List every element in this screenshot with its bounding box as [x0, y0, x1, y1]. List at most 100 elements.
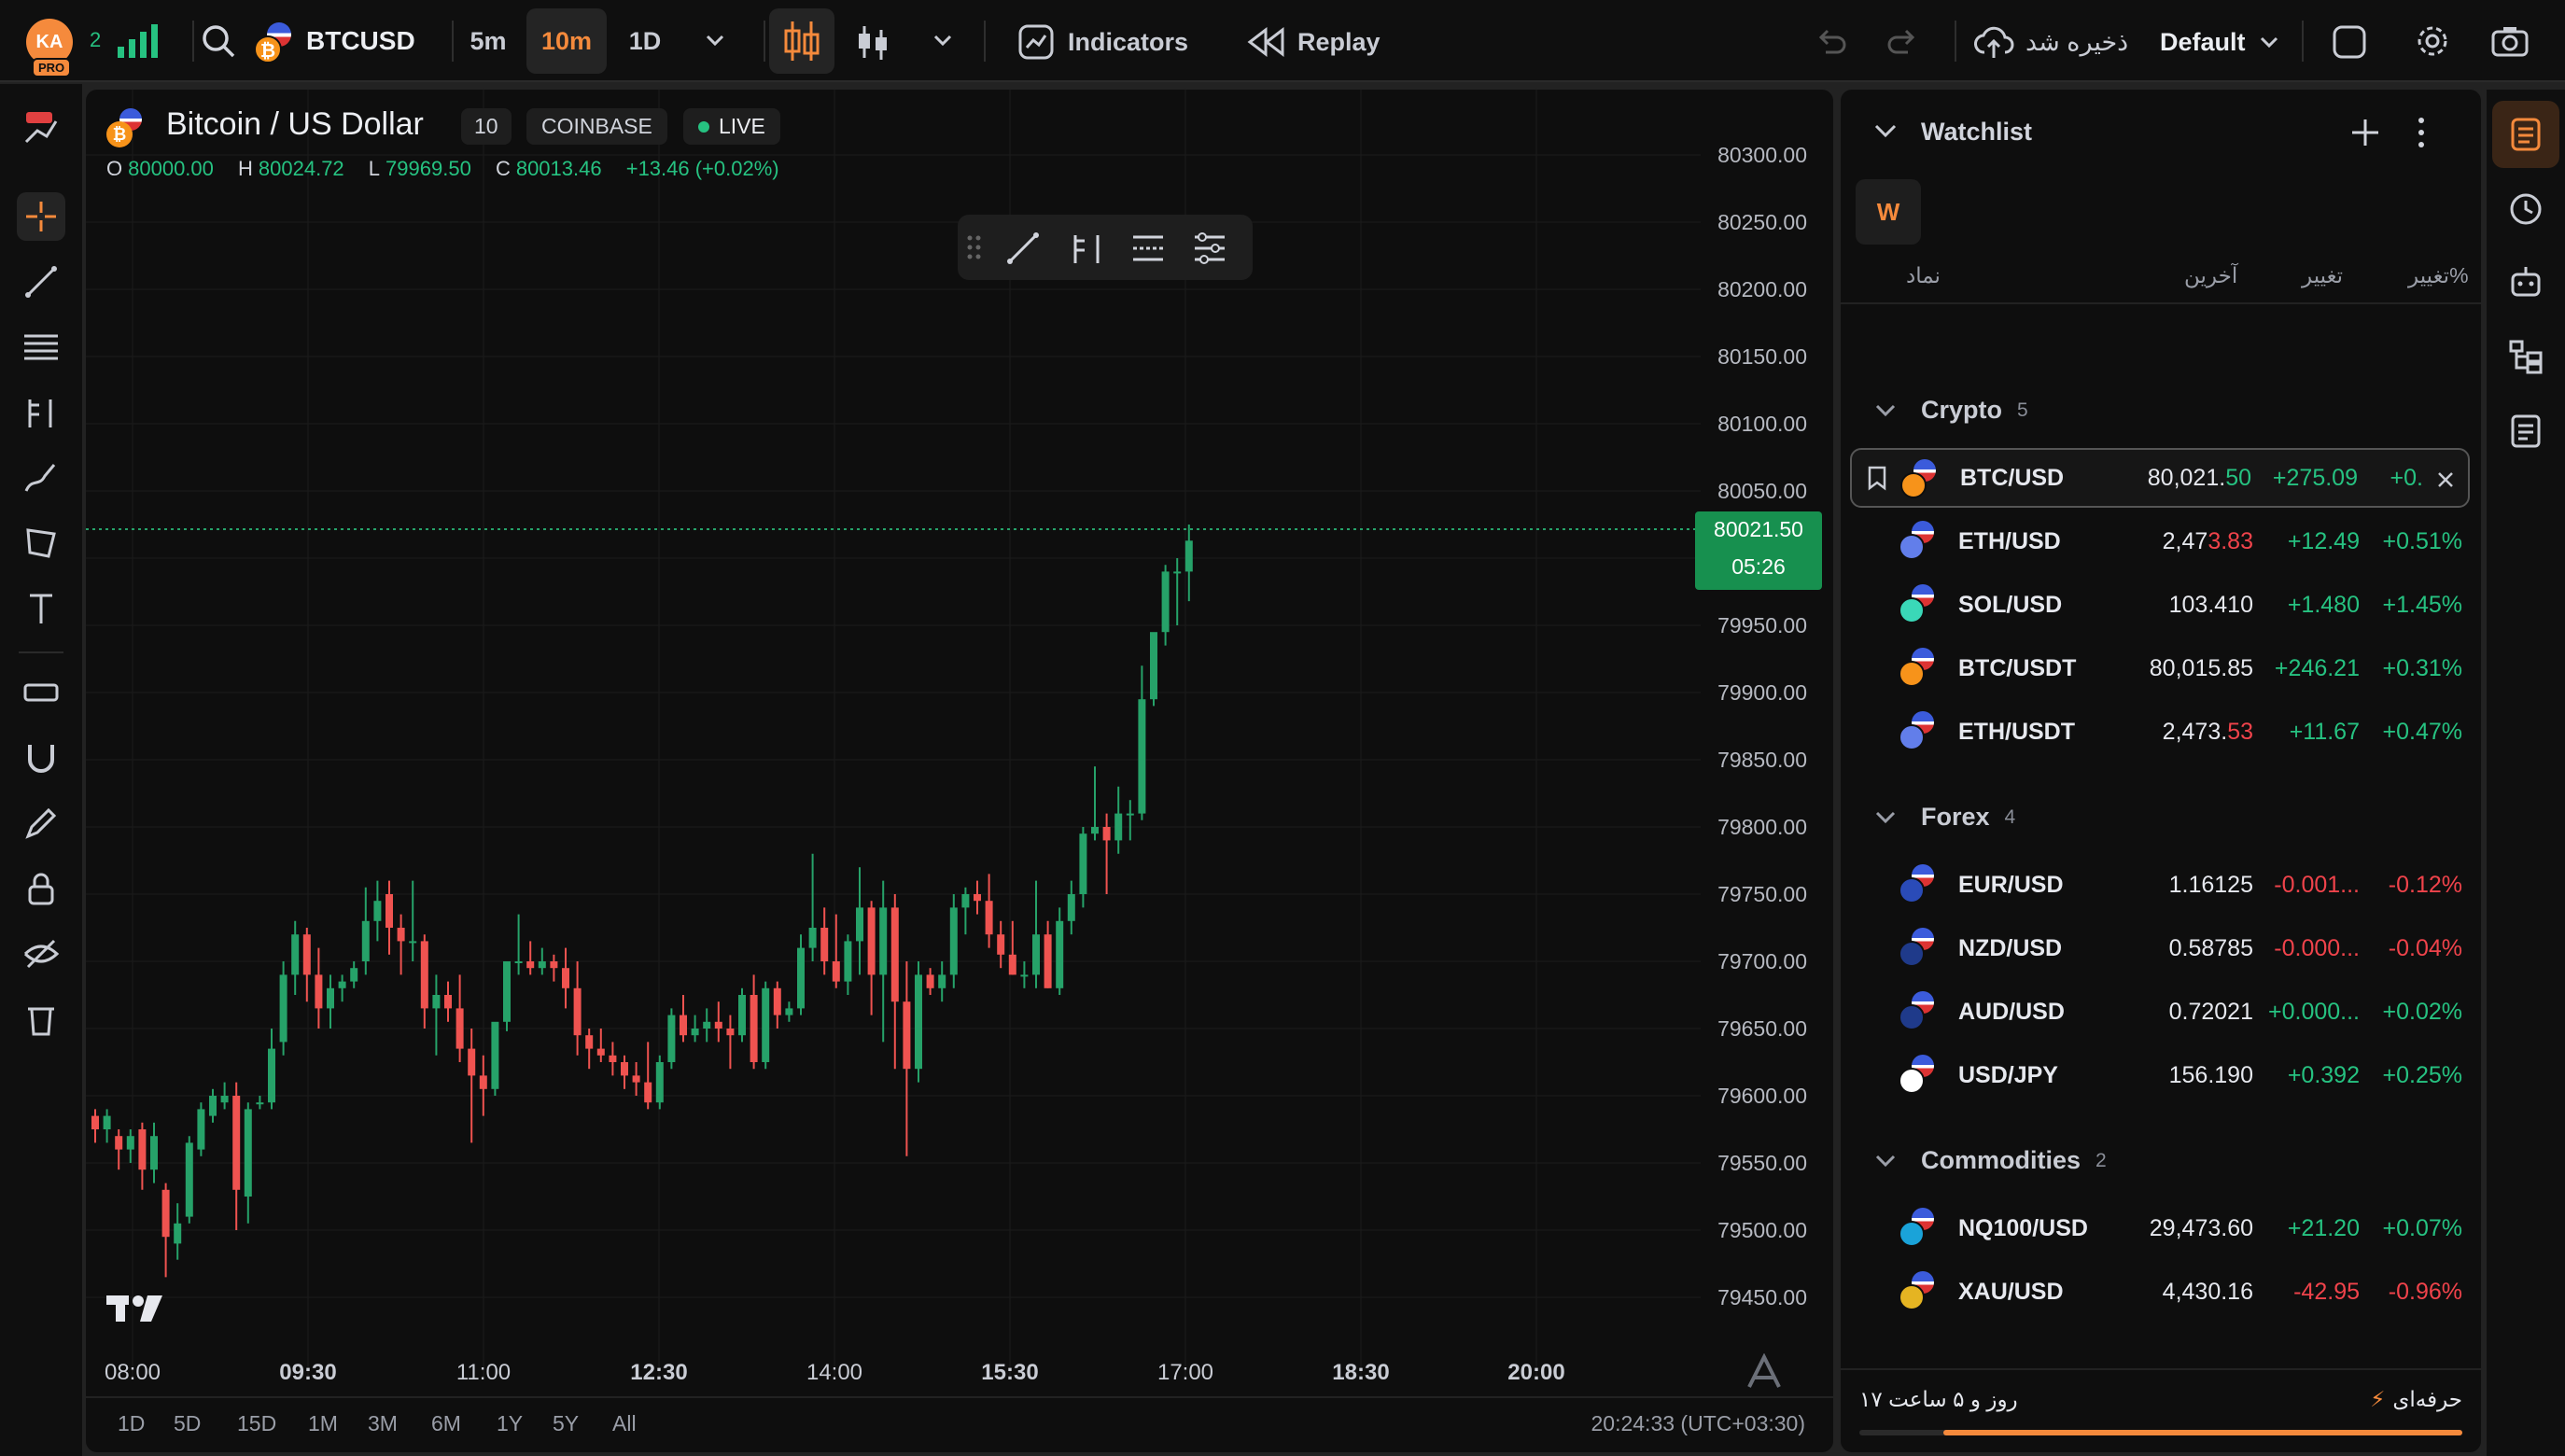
range-1y[interactable]: 1Y: [497, 1411, 523, 1436]
parallel-channel-icon[interactable]: [1129, 230, 1167, 267]
candle-body: [444, 995, 452, 1009]
shape-tool-icon[interactable]: [17, 519, 65, 567]
pencil-icon[interactable]: [17, 799, 65, 847]
eur-icon: [1897, 864, 1938, 905]
candle-body: [1020, 974, 1029, 977]
fib-retracement-icon[interactable]: [17, 323, 65, 371]
watchlist-row[interactable]: NZD/USD 0.58785 -0.000... -0.04%: [1850, 918, 2470, 978]
save-status-button[interactable]: ذخیره شد: [1973, 15, 2128, 69]
watchlist-letter-button[interactable]: W: [1856, 179, 1921, 245]
col-last-header[interactable]: آخرین: [2184, 263, 2237, 288]
chevron-down-icon[interactable]: [932, 32, 954, 50]
watchlist-title[interactable]: Watchlist: [1921, 118, 2032, 147]
col-pct-header[interactable]: تغییر%: [2408, 263, 2469, 288]
subscription-plan[interactable]: ⚡ حرفه‌ای: [2370, 1387, 2462, 1412]
symbol-name[interactable]: BTCUSD: [306, 26, 415, 56]
trash-icon[interactable]: [17, 995, 65, 1043]
magnet-icon[interactable]: [17, 734, 65, 782]
watchlist-row[interactable]: EUR/USD 1.16125 -0.001... -0.12%: [1850, 855, 2470, 915]
candle-body: [468, 1048, 476, 1076]
watchlist-row[interactable]: AUD/USD 0.72021 +0.000... +0.02%: [1850, 982, 2470, 1042]
change-percent: +0.47%: [2382, 718, 2463, 745]
auto-scale-icon[interactable]: [1745, 1353, 1783, 1391]
new-tool-icon[interactable]: [17, 105, 65, 153]
section-header-commodities[interactable]: Commodities 2: [1874, 1146, 2107, 1175]
open-label: O: [106, 157, 123, 180]
candle-body: [432, 995, 441, 1009]
candle-body: [867, 907, 876, 975]
more-options-icon[interactable]: [2414, 116, 2429, 149]
drag-handle-icon[interactable]: [965, 233, 984, 261]
watchlist-icon[interactable]: [2492, 101, 2559, 168]
chevron-down-icon[interactable]: [704, 32, 726, 50]
close-icon[interactable]: [2436, 470, 2455, 489]
replay-label: Replay: [1297, 27, 1381, 56]
gear-icon[interactable]: [2414, 22, 2451, 60]
undo-icon[interactable]: [1815, 24, 1848, 58]
last-price: 0.58785: [2169, 935, 2253, 962]
replay-button[interactable]: Replay: [1247, 15, 1381, 69]
text-tool-icon[interactable]: [17, 584, 65, 633]
watchlist-row[interactable]: ETH/USDT 2,473.53 +11.67 +0.47%: [1850, 702, 2470, 762]
brush-icon[interactable]: [17, 454, 65, 502]
watchlist-row[interactable]: SOL/USD 103.410 +1.480 +1.45%: [1850, 575, 2470, 635]
chart-panel[interactable]: 80300.00 80250.00 80200.00 80150.00 80100.00…: [86, 90, 1833, 1452]
watchlist-row[interactable]: USD/JPY 156.190 +0.392 +0.25%: [1850, 1045, 2470, 1105]
plus-icon[interactable]: [2348, 116, 2382, 149]
bookmark-icon[interactable]: [1867, 465, 1887, 491]
candles-chart-type-button[interactable]: [769, 8, 834, 74]
chevron-down-icon[interactable]: [1872, 121, 1899, 142]
change-value: -0.001...: [2274, 871, 2360, 898]
watchlist-row[interactable]: NQ100/USD 29,473.60 +21.20 +0.07%: [1850, 1198, 2470, 1258]
timeframe-1d[interactable]: 1D: [616, 8, 674, 74]
chart-clock[interactable]: 20:24:33 (UTC+03:30): [1591, 1411, 1806, 1436]
section-header-crypto[interactable]: Crypto 5: [1874, 396, 2028, 425]
range-5y[interactable]: 5Y: [553, 1411, 579, 1436]
pattern-tool-icon[interactable]: [17, 388, 65, 437]
range-5d[interactable]: 5D: [174, 1411, 201, 1436]
robot-icon[interactable]: [2492, 248, 2559, 315]
timeframe-10m[interactable]: 10m: [526, 8, 607, 74]
hierarchy-icon[interactable]: [2492, 323, 2559, 390]
y-axis-tick: 79450.00: [1717, 1285, 1807, 1309]
candle-body: [926, 974, 934, 988]
signal-icon: [118, 24, 158, 58]
watchlist-row[interactable]: XAU/USD 4,430.16 -42.95 -0.96%: [1850, 1262, 2470, 1322]
lock-icon[interactable]: [17, 864, 65, 913]
section-header-forex[interactable]: Forex 4: [1874, 803, 2015, 832]
trend-line-icon[interactable]: [1004, 230, 1042, 267]
ruler-icon[interactable]: [17, 668, 65, 717]
redo-icon[interactable]: [1885, 24, 1919, 58]
range-15d[interactable]: 15D: [237, 1411, 276, 1436]
range-3m[interactable]: 3M: [368, 1411, 398, 1436]
settings-lines-icon[interactable]: [1191, 230, 1228, 267]
range-all[interactable]: All: [612, 1411, 637, 1436]
layout-selector[interactable]: Default: [2160, 15, 2279, 69]
indicators-button[interactable]: Indicators: [1017, 15, 1188, 69]
candle-body: [797, 947, 805, 1009]
notes-icon[interactable]: [2492, 398, 2559, 465]
price-chart[interactable]: 80300.00 80250.00 80200.00 80150.00 80100.00…: [86, 90, 1833, 1452]
crosshair-icon[interactable]: [17, 192, 65, 241]
trend-line-icon[interactable]: [17, 258, 65, 306]
subscription-progress-bar: [1859, 1430, 2462, 1435]
range-1m[interactable]: 1M: [308, 1411, 338, 1436]
y-axis-tick: 80100.00: [1717, 412, 1807, 436]
clock-icon[interactable]: [2492, 175, 2559, 243]
pattern-tool-icon[interactable]: [1068, 230, 1105, 267]
fullscreen-icon[interactable]: [2332, 24, 2367, 60]
range-6m[interactable]: 6M: [431, 1411, 461, 1436]
search-icon[interactable]: [200, 22, 237, 60]
timeframe-5m[interactable]: 5m: [459, 8, 517, 74]
watchlist-row[interactable]: BTC/USDT 80,015.85 +246.21 +0.31%: [1850, 638, 2470, 698]
watchlist-row[interactable]: ETH/USD 2,473.83 +12.49 +0.51%: [1850, 511, 2470, 571]
col-symbol-header[interactable]: نماد: [1906, 263, 1941, 288]
eye-hidden-icon[interactable]: [17, 930, 65, 978]
candle-body: [856, 907, 863, 942]
col-change-header[interactable]: تغییر: [2302, 263, 2343, 288]
candle-body: [726, 1029, 735, 1036]
bars-chart-type-icon[interactable]: [849, 19, 896, 65]
watchlist-row[interactable]: BTC/USD 80,021.50 +275.09 +0.: [1850, 448, 2470, 508]
range-1d[interactable]: 1D: [118, 1411, 145, 1436]
camera-icon[interactable]: [2490, 24, 2530, 58]
